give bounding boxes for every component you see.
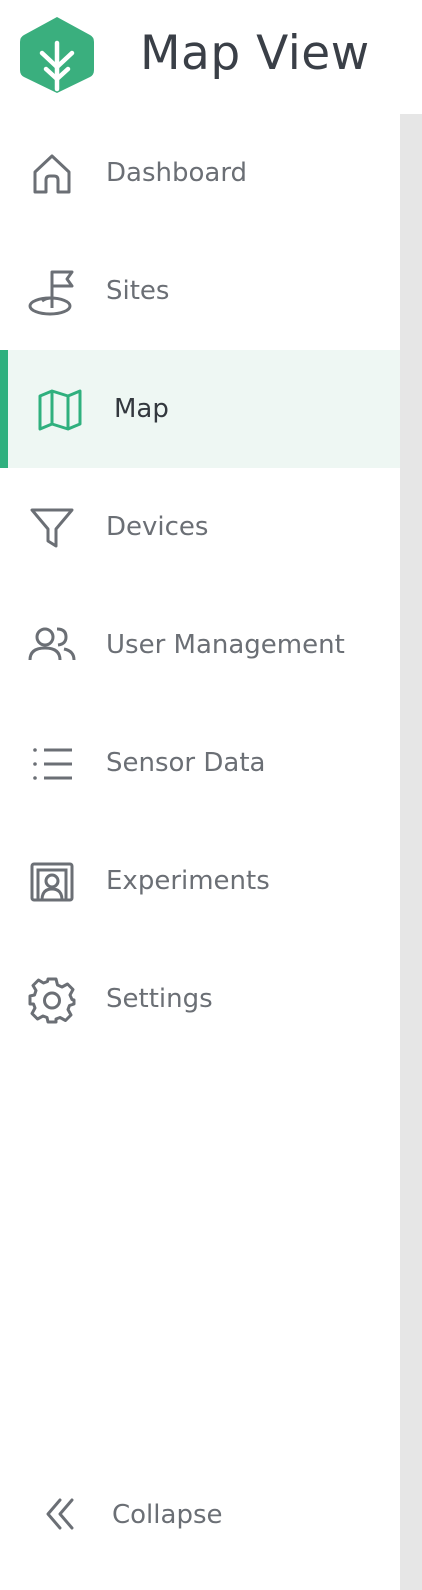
experiments-icon: [28, 858, 76, 906]
sidebar-item-label: Map: [114, 394, 169, 424]
sidebar-item-dashboard[interactable]: Dashboard: [0, 114, 400, 232]
users-icon: [28, 622, 76, 670]
sidebar-item-label: Sites: [106, 276, 170, 306]
app-title: Map View: [140, 26, 370, 81]
list-icon: [28, 740, 76, 788]
sidebar-item-label: Devices: [106, 512, 209, 542]
collapse-label: Collapse: [112, 1500, 223, 1530]
sidebar-item-devices[interactable]: Devices: [0, 468, 400, 586]
tree-logo-icon: [20, 17, 94, 93]
sidebar-item-map[interactable]: Map: [0, 350, 400, 468]
sidebar-item-label: Dashboard: [106, 158, 248, 188]
sidebar-item-sensor-data[interactable]: Sensor Data: [0, 704, 400, 822]
sidebar-item-label: Settings: [106, 984, 213, 1014]
home-icon: [28, 150, 76, 198]
content-scroll-strip: [400, 114, 422, 1590]
sidebar-item-sites[interactable]: Sites: [0, 232, 400, 350]
flag-icon: [28, 268, 76, 316]
active-indicator: [0, 350, 8, 468]
gear-icon: [28, 976, 76, 1024]
filter-icon: [28, 504, 76, 552]
app-page: Map View Dashboard Sites Map Devices Use…: [0, 0, 422, 1590]
sidebar-item-user-management[interactable]: User Management: [0, 586, 400, 704]
chevrons-left-icon: [40, 1494, 80, 1534]
app-header: Map View: [0, 0, 422, 114]
app-logo[interactable]: [18, 15, 96, 95]
map-icon: [36, 386, 84, 434]
sidebar-nav: Dashboard Sites Map Devices User Managem…: [0, 114, 400, 1590]
sidebar-item-label: Sensor Data: [106, 748, 266, 778]
sidebar-item-label: Experiments: [106, 866, 270, 896]
collapse-button[interactable]: Collapse: [0, 1470, 400, 1560]
sidebar-item-label: User Management: [106, 630, 345, 660]
sidebar-item-settings[interactable]: Settings: [0, 940, 400, 1058]
sidebar-item-experiments[interactable]: Experiments: [0, 822, 400, 940]
